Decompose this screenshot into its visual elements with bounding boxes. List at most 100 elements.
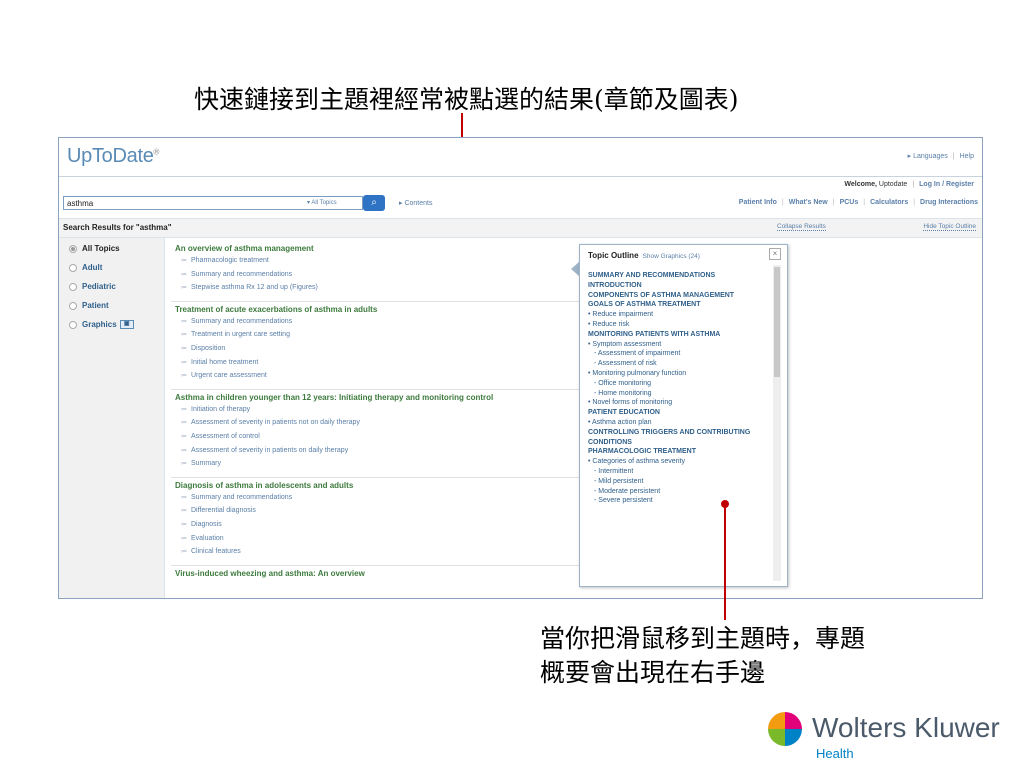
result-title-link[interactable]: Treatment of acute exacerbations of asth… — [175, 305, 377, 314]
close-icon[interactable]: × — [769, 248, 781, 260]
divider: | — [781, 199, 784, 206]
contents-link[interactable]: ▸ Contents — [399, 199, 433, 207]
result-section-label: Assessment of severity in patients on da… — [191, 446, 349, 454]
nav-whats-new[interactable]: What's New — [789, 199, 828, 206]
outline-section-link[interactable]: PATIENT EDUCATION — [588, 408, 768, 418]
result-section-link[interactable]: ≔ Assessment of severity in patients not … — [181, 419, 360, 426]
result-section-link[interactable]: ≔ Summary — [181, 460, 221, 467]
outline-section-link[interactable]: MONITORING PATIENTS WITH ASTHMA — [588, 330, 768, 340]
result-section-link[interactable]: ≔ Initial home treatment — [181, 359, 258, 366]
results-heading-label: Search Results for — [63, 223, 136, 232]
filter-patient[interactable]: Patient — [69, 301, 109, 310]
header: UpToDate® ▸ Languages | Help — [59, 138, 982, 177]
result-section-link[interactable]: ≔ Disposition — [181, 345, 225, 352]
help-link[interactable]: Help — [960, 153, 974, 160]
outline-subsection-link[interactable]: • Monitoring pulmonary function — [588, 369, 768, 379]
outline-section-link[interactable]: CONDITIONS — [588, 438, 768, 448]
outline-subsection-link[interactable]: • Categories of asthma severity — [588, 457, 768, 467]
section-icon: ≔ — [181, 345, 187, 352]
result-title-link[interactable]: Diagnosis of asthma in adolescents and a… — [175, 481, 353, 490]
section-icon: ≔ — [181, 318, 187, 325]
search-row: asthma ▾ All Topics ⌕ ▸ Contents Patient… — [59, 195, 982, 213]
welcome-user: Uptodate — [878, 181, 908, 188]
nav-drug-interactions[interactable]: Drug Interactions — [920, 199, 978, 206]
section-icon: ≔ — [181, 447, 187, 454]
annotation-bottom-line2: 概要會出現在右手邊 — [540, 658, 766, 687]
filter-all-topics[interactable]: All Topics — [69, 244, 120, 253]
result-section-link[interactable]: ≔ Diagnosis — [181, 521, 222, 528]
nav-pcus[interactable]: PCUs — [840, 199, 859, 206]
show-graphics-link[interactable]: Show Graphics (24) — [643, 253, 700, 260]
outline-section-link[interactable]: INTRODUCTION — [588, 281, 768, 291]
outline-subsection-link[interactable]: - Home monitoring — [588, 389, 768, 399]
uptodate-logo[interactable]: UpToDate® — [67, 145, 159, 168]
outline-subsection-link[interactable]: • Reduce impairment — [588, 310, 768, 320]
radio-icon — [69, 320, 77, 329]
scroll-thumb[interactable] — [774, 267, 780, 377]
nav-patient-info[interactable]: Patient Info — [739, 199, 777, 206]
result-section-link[interactable]: ≔ Stepwise asthma Rx 12 and up (Figures) — [181, 284, 318, 291]
outline-subsection-link[interactable]: - Mild persistent — [588, 477, 768, 487]
divider: | — [912, 181, 915, 188]
outline-header: Topic Outline Show Graphics (24) — [588, 251, 700, 260]
outline-section-link[interactable]: CONTROLLING TRIGGERS AND CONTRIBUTING — [588, 428, 768, 438]
outline-section-link[interactable]: PHARMACOLOGIC TREATMENT — [588, 447, 768, 457]
outline-section-link[interactable]: SUMMARY AND RECOMMENDATIONS — [588, 271, 768, 281]
result-section-link[interactable]: ≔ Summary and recommendations — [181, 271, 292, 278]
result-section-link[interactable]: ≔ Urgent care assessment — [181, 372, 267, 379]
result-section-label: Diagnosis — [191, 520, 222, 528]
section-icon: ≔ — [181, 508, 187, 515]
outline-subsection-link[interactable]: • Symptom assessment — [588, 340, 768, 350]
result-section-link[interactable]: ≔ Assessment of severity in patients on d… — [181, 447, 348, 454]
outline-subsection-link[interactable]: • Novel forms of monitoring — [588, 398, 768, 408]
results-heading: Search Results for "asthma" — [63, 223, 172, 232]
filter-pediatric[interactable]: Pediatric — [69, 282, 116, 291]
result-section-link[interactable]: ≔ Initiation of therapy — [181, 406, 250, 413]
nav-calculators[interactable]: Calculators — [870, 199, 908, 206]
outline-subsection-link[interactable]: • Asthma action plan — [588, 418, 768, 428]
outline-scrollbar[interactable] — [773, 265, 781, 581]
result-title-link[interactable]: Virus-induced wheezing and asthma: An ov… — [175, 569, 365, 578]
result-section-link[interactable]: ≔ Pharmacologic treatment — [181, 257, 269, 264]
collapse-results-link[interactable]: Collapse Results — [777, 223, 826, 231]
radio-icon — [69, 282, 77, 291]
result-section-link[interactable]: ≔ Summary and recommendations — [181, 318, 292, 325]
filter-adult[interactable]: Adult — [69, 263, 102, 272]
result-section-label: Treatment in urgent care setting — [191, 331, 290, 339]
result-section-link[interactable]: ≔ Assessment of control — [181, 433, 260, 440]
welcome-label: Welcome, — [844, 181, 877, 188]
result-section-label: Summary and recommendations — [191, 317, 293, 325]
scope-dropdown[interactable]: ▾ All Topics — [307, 199, 337, 206]
hide-topic-outline-link[interactable]: Hide Topic Outline — [923, 223, 976, 231]
result-section-link[interactable]: ≔ Summary and recommendations — [181, 494, 292, 501]
annotation-top: 快速鏈接到主題裡經常被點選的結果(章節及圖表) — [194, 85, 739, 114]
outline-subsection-link[interactable]: - Assessment of impairment — [588, 349, 768, 359]
outline-subsection-link[interactable]: - Moderate persistent — [588, 487, 768, 497]
outline-subsection-link[interactable]: - Assessment of risk — [588, 359, 768, 369]
outline-subsection-link[interactable]: - Office monitoring — [588, 379, 768, 389]
result-section-label: Stepwise asthma Rx 12 and up (Figures) — [191, 284, 318, 292]
result-section-link[interactable]: ≔ Treatment in urgent care setting — [181, 331, 290, 338]
logo-text: UpToDate — [67, 145, 154, 167]
result-section-link[interactable]: ≔ Differential diagnosis — [181, 507, 256, 514]
section-icon: ≔ — [181, 461, 187, 468]
wolters-kluwer-logo: Wolters Kluwer Health — [768, 710, 1008, 764]
outline-subsection-link[interactable]: • Reduce risk — [588, 320, 768, 330]
result-title-link[interactable]: An overview of asthma management — [175, 244, 314, 253]
outline-subsection-link[interactable]: - Severe persistent — [588, 496, 768, 506]
search-button[interactable]: ⌕ — [363, 195, 385, 211]
languages-label: Languages — [913, 153, 948, 160]
filter-graphics[interactable]: Graphics ▣ — [69, 320, 134, 330]
outline-section-link[interactable]: GOALS OF ASTHMA TREATMENT — [588, 300, 768, 310]
result-title-link[interactable]: Asthma in children younger than 12 years… — [175, 393, 493, 402]
result-section-link[interactable]: ≔ Evaluation — [181, 535, 224, 542]
outline-subsection-link[interactable]: - Intermittent — [588, 467, 768, 477]
outline-section-link[interactable]: COMPONENTS OF ASTHMA MANAGEMENT — [588, 291, 768, 301]
annotation-bottom-line1: 當你把滑鼠移到主題時，專題 — [540, 624, 866, 653]
result-section-label: Disposition — [191, 344, 226, 352]
pointer-line-bottom-vertical — [724, 505, 726, 620]
languages-link[interactable]: ▸ Languages — [908, 153, 948, 160]
login-register-link[interactable]: Log In / Register — [919, 181, 974, 188]
result-section-link[interactable]: ≔ Clinical features — [181, 548, 241, 555]
section-icon: ≔ — [181, 359, 187, 366]
